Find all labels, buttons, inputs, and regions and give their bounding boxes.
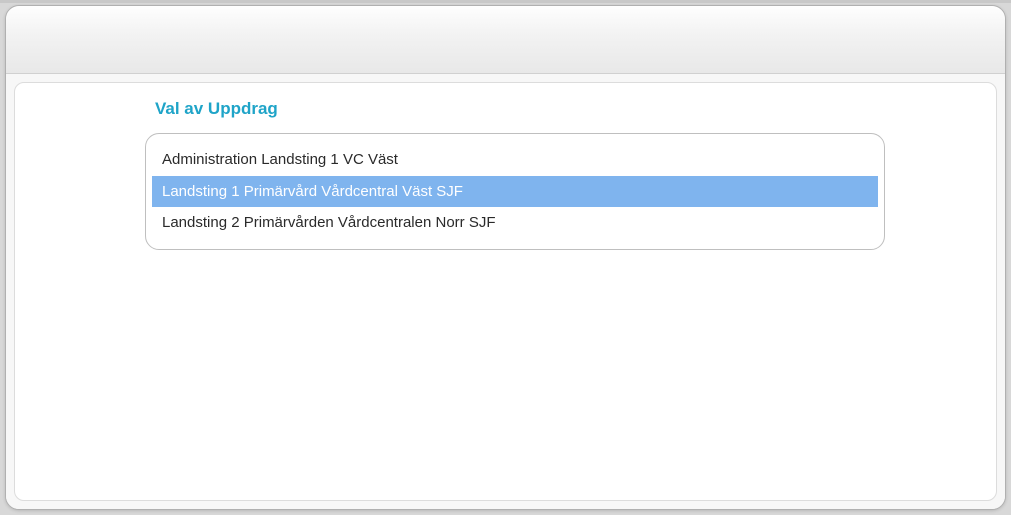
panel-title: Val av Uppdrag [155,99,988,119]
assignment-item-selected[interactable]: Landsting 1 Primärvård Vårdcentral Väst … [152,176,878,208]
outer-panel: Val av Uppdrag Administration Landsting … [5,5,1006,510]
assignment-item[interactable]: Administration Landsting 1 VC Väst [152,144,878,176]
content-area: Val av Uppdrag Administration Landsting … [6,74,1005,509]
inner-panel: Val av Uppdrag Administration Landsting … [14,82,997,501]
window-top-strip [0,0,1011,3]
assignment-item[interactable]: Landsting 2 Primärvården Vårdcentralen N… [152,207,878,239]
assignment-list: Administration Landsting 1 VC Väst Lands… [145,133,885,250]
header-bar [6,6,1005,74]
